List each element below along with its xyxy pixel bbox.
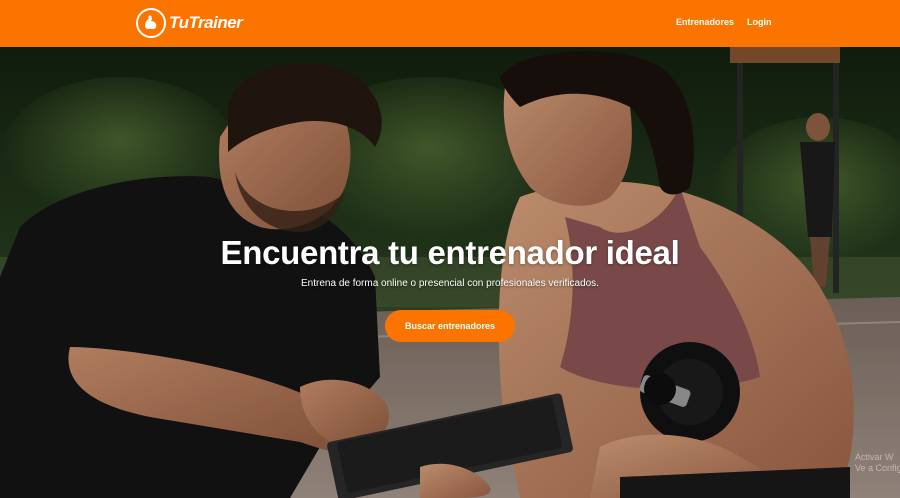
flexed-arm-icon (136, 8, 166, 38)
brand-logo[interactable]: TuTrainer (136, 8, 243, 38)
activation-watermark: Activar W Ve a Config (855, 452, 900, 474)
hero-title: Encuentra tu entrenador ideal (220, 234, 680, 271)
brand-name: TuTrainer (169, 13, 243, 32)
watermark-line-1: Activar W (855, 452, 894, 462)
hero-subtitle: Entrena de forma online o presencial con… (301, 278, 599, 289)
hero-section: Encuentra tu entrenador ideal Entrena de… (0, 47, 900, 498)
watermark-line-2: Ve a Config (855, 463, 900, 473)
main-nav: Entrenadores Login (676, 17, 772, 27)
top-navbar: TuTrainer Entrenadores Login (0, 0, 900, 47)
hero-overlay (0, 47, 900, 498)
nav-link-login[interactable]: Login (747, 17, 772, 27)
search-trainers-button[interactable]: Buscar entrenadores (385, 310, 515, 342)
nav-link-entrenadores[interactable]: Entrenadores (676, 17, 734, 27)
